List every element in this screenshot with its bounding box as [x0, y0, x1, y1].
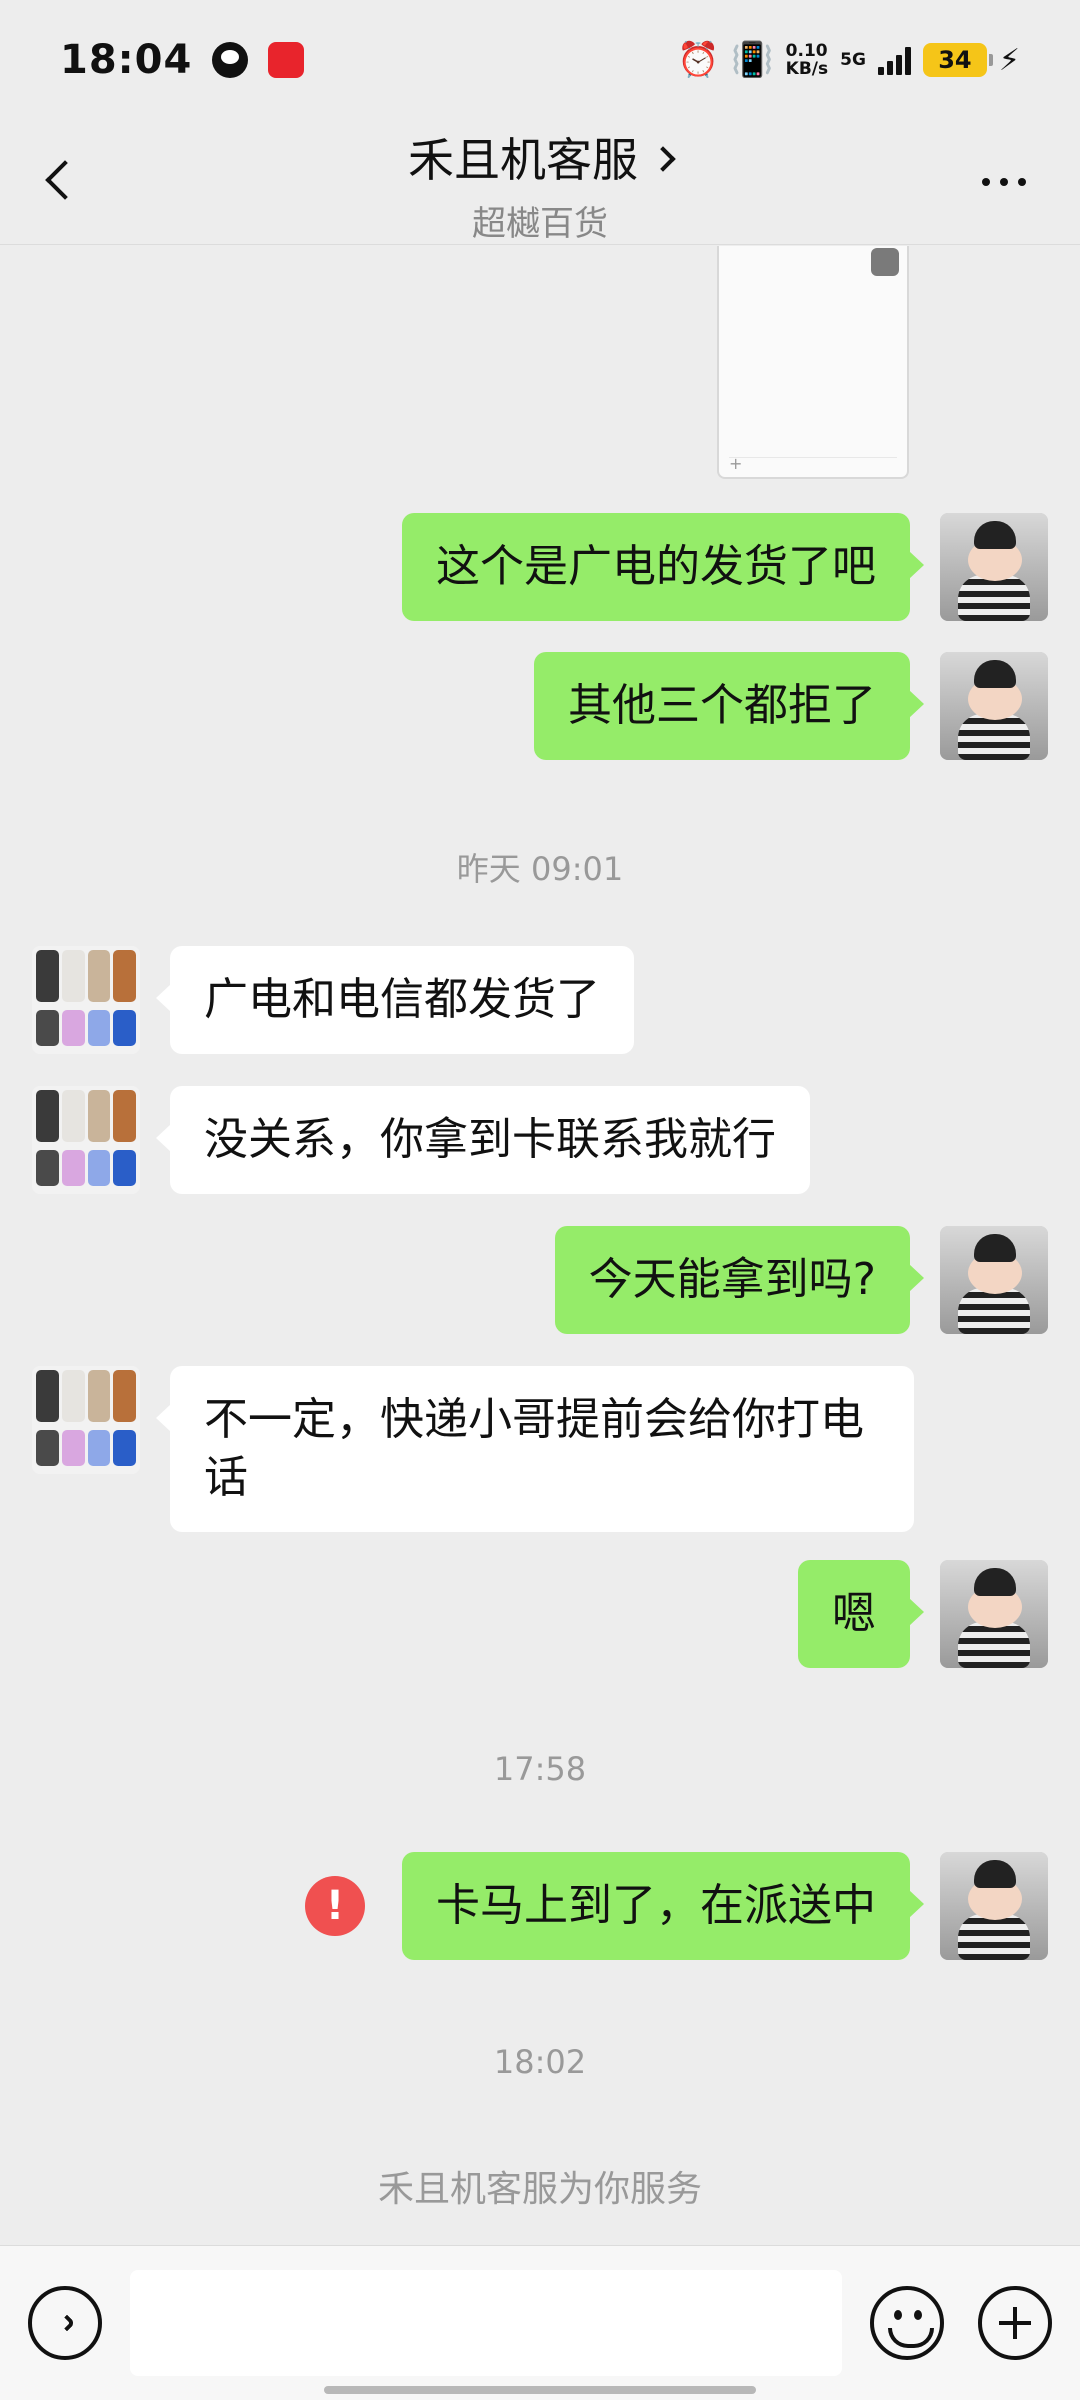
alarm-icon: ⏰: [676, 40, 720, 80]
chat-title: 禾且机客服: [408, 133, 638, 187]
message-bubble-sent[interactable]: 卡马上到了，在派送中: [402, 1852, 924, 1960]
signal-icon: [877, 45, 911, 75]
message-bubble-received[interactable]: 不一定，快递小哥提前会给你打电话: [156, 1366, 914, 1532]
image-toolbar: [729, 454, 897, 473]
system-notice: 禾且机客服为你服务: [377, 2169, 702, 2210]
qq-icon: [212, 42, 249, 78]
status-bar: 18:04 ⏰ 📳 0.10 KB/s 5G 34 ⚡: [0, 0, 1080, 120]
send-failed-icon[interactable]: !: [305, 1876, 365, 1936]
chevron-right-icon: [650, 146, 676, 172]
chat-title-button[interactable]: 禾且机客服: [408, 124, 676, 190]
more-actions-button[interactable]: [978, 2286, 1052, 2360]
contact-avatar[interactable]: [32, 1086, 140, 1194]
message-input[interactable]: [130, 2270, 842, 2376]
message-timestamp: 昨天 09:01: [456, 850, 624, 888]
net-speed: 0.10 KB/s: [786, 42, 828, 78]
my-avatar[interactable]: [940, 1226, 1048, 1334]
image-badge-icon: [871, 248, 899, 276]
home-indicator[interactable]: [324, 2386, 756, 2394]
network-type: 5G: [840, 50, 866, 70]
battery-icon: 34: [922, 43, 993, 77]
my-avatar[interactable]: [940, 1852, 1048, 1960]
contact-avatar[interactable]: [32, 1366, 140, 1474]
message-bubble-sent[interactable]: 嗯: [798, 1560, 924, 1668]
app-red-icon: [268, 42, 305, 78]
message-timestamp: 18:02: [493, 2043, 587, 2081]
message-bubble-sent[interactable]: 其他三个都拒了: [534, 652, 924, 760]
message-list[interactable]: 这个是广电的发货了吧 其他三个都拒了 昨天 09:01 广电和电信都发货了 没关…: [0, 246, 1080, 2244]
emoji-button[interactable]: [870, 2286, 944, 2360]
my-avatar[interactable]: [940, 513, 1048, 621]
status-time: 18:04: [60, 37, 193, 83]
my-avatar[interactable]: [940, 1560, 1048, 1668]
net-speed-unit: KB/s: [785, 59, 829, 79]
more-options-button[interactable]: [964, 162, 1044, 202]
charging-icon: ⚡: [998, 42, 1020, 78]
message-bubble-received[interactable]: 没关系，你拿到卡联系我就行: [156, 1086, 810, 1194]
message-bubble-sent[interactable]: 这个是广电的发货了吧: [402, 513, 924, 621]
message-bubble-sent[interactable]: 今天能拿到吗?: [554, 1226, 925, 1334]
chat-subtitle: 超樾百货: [472, 204, 608, 244]
my-avatar[interactable]: [940, 652, 1048, 760]
message-bubble-received[interactable]: 广电和电信都发货了: [156, 946, 634, 1054]
vibrate-icon: 📳: [731, 40, 774, 80]
input-bar: [0, 2245, 1080, 2400]
shared-image-message[interactable]: [717, 246, 909, 479]
battery-level: 34: [938, 46, 972, 74]
net-speed-value: 0.10: [785, 41, 828, 61]
chat-header: 禾且机客服 超樾百货: [0, 120, 1080, 245]
message-timestamp: 17:58: [493, 1750, 587, 1788]
contact-avatar[interactable]: [32, 946, 140, 1054]
sound-wave-icon: [58, 2314, 76, 2332]
voice-input-button[interactable]: [28, 2286, 102, 2360]
